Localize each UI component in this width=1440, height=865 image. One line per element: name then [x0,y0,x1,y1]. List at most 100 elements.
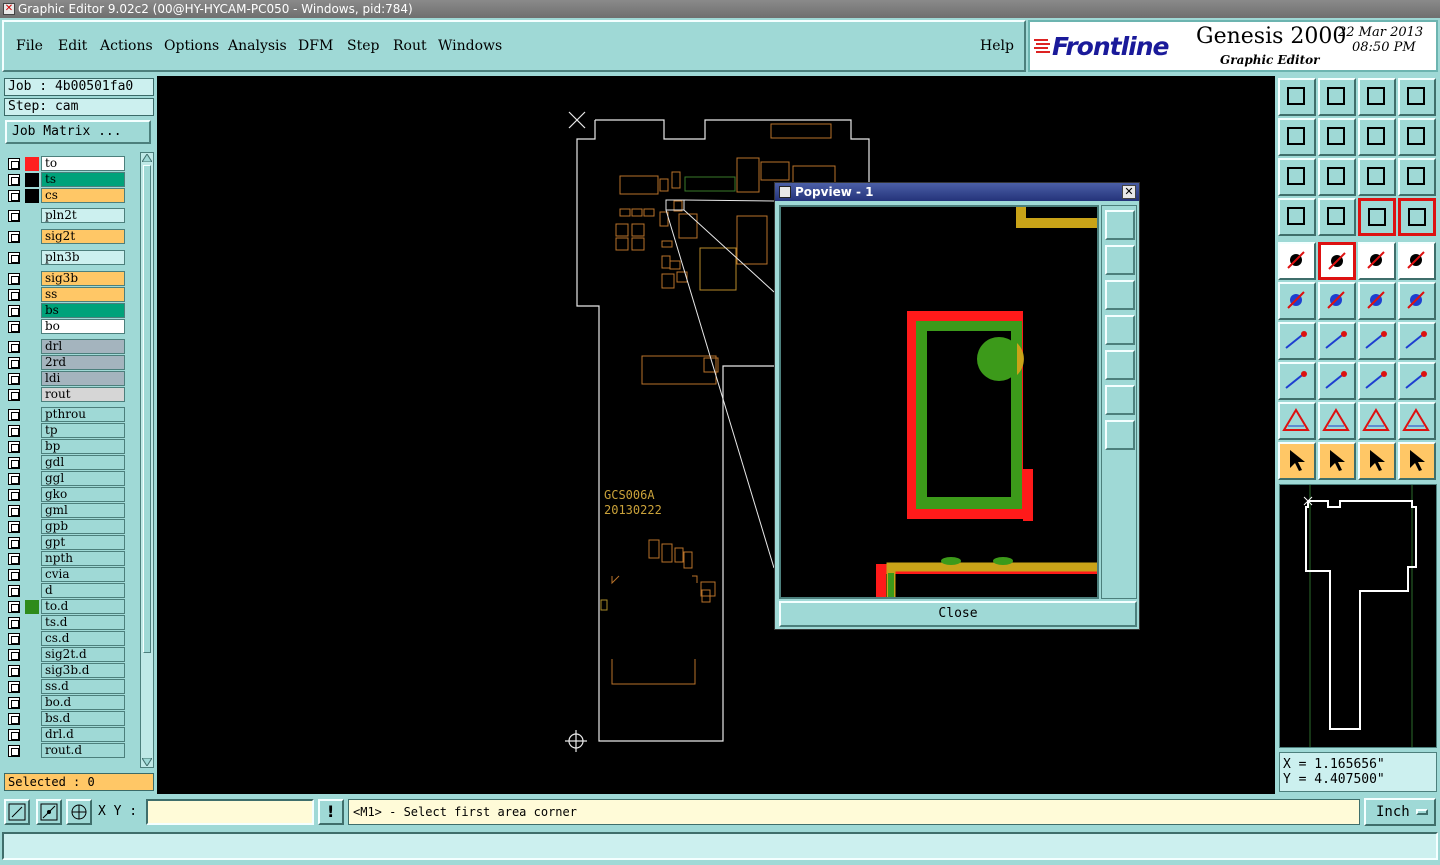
layer-name[interactable]: cs [41,188,125,203]
layer-checkbox[interactable] [8,252,20,264]
layer-name[interactable]: to.d [41,599,125,614]
layer-row[interactable]: 2rd [4,355,128,370]
home-icon[interactable] [1358,78,1396,116]
layer-checkbox[interactable] [8,489,20,501]
layer-name[interactable]: bs [41,303,125,318]
layer-row[interactable]: cvia [4,567,128,582]
layer-name[interactable]: bp [41,439,125,454]
layer-row[interactable]: bo [4,319,128,334]
layer-row[interactable]: ss [4,287,128,302]
layer-row[interactable]: ggl [4,471,128,486]
layer-color-swatch[interactable] [25,173,39,187]
layer-row[interactable]: ldi [4,371,128,386]
layer-row[interactable]: bs [4,303,128,318]
flip-icon[interactable] [1398,322,1436,360]
layer-row[interactable]: ts.d [4,615,128,630]
scroll-up-arrow-icon[interactable] [142,154,152,162]
layer-name[interactable]: pthrou [41,407,125,422]
redo-icon[interactable] [1398,118,1436,156]
job-matrix-button[interactable]: Job Matrix ... [5,120,151,144]
layer-checkbox[interactable] [8,713,20,725]
menu-rout[interactable]: Rout [393,38,427,54]
layer-name[interactable]: sig2t.d [41,647,125,662]
layer-row[interactable]: pln3b [4,250,128,265]
layer-row[interactable]: cs [4,188,128,203]
layer-name[interactable]: gko [41,487,125,502]
layer-name[interactable]: sig2t [41,229,125,244]
popview-canvas[interactable] [779,205,1099,599]
layer-checkbox[interactable] [8,745,20,757]
layer-checkbox[interactable] [8,321,20,333]
layer-name[interactable]: tp [41,423,125,438]
pad-icon[interactable] [1278,362,1316,400]
popview-zoom-in-icon[interactable] [1105,385,1135,415]
popview-pan-left-icon[interactable] [1105,315,1135,345]
layer-checkbox[interactable] [8,665,20,677]
undo-icon[interactable] [1358,118,1396,156]
layer-row[interactable]: tp [4,423,128,438]
resize-icon[interactable] [1358,362,1396,400]
open-job-icon[interactable] [1278,78,1316,116]
layer-name[interactable]: pln3b [41,250,125,265]
overview-minimap[interactable] [1279,484,1437,748]
save-job-icon[interactable] [1318,78,1356,116]
popview-zoom-out-icon[interactable] [1105,420,1135,450]
layer-name[interactable]: cs.d [41,631,125,646]
layer-checkbox[interactable] [8,174,20,186]
layer-checkbox[interactable] [8,373,20,385]
shape-icon[interactable] [1398,362,1436,400]
layer-checkbox[interactable] [8,441,20,453]
pointer-frame-icon[interactable] [1318,442,1356,480]
units-select[interactable]: Inch [1364,798,1436,826]
layer-row[interactable]: sig3b [4,271,128,286]
layer-row[interactable]: gdl [4,455,128,470]
layer-row[interactable]: sig2t.d [4,647,128,662]
layer-name[interactable]: ss.d [41,679,125,694]
layer-checkbox[interactable] [8,357,20,369]
layer-row[interactable]: sig3b.d [4,663,128,678]
layer-name[interactable]: gpb [41,519,125,534]
layer-name[interactable]: ts.d [41,615,125,630]
layer-color-swatch[interactable] [25,600,39,614]
layer-checkbox[interactable] [8,569,20,581]
layer-row[interactable]: ts [4,172,128,187]
help-icon[interactable] [1398,158,1436,196]
layer-checkbox[interactable] [8,210,20,222]
layer-checkbox[interactable] [8,681,20,693]
layer-checkbox[interactable] [8,473,20,485]
node-edit-icon[interactable] [1278,282,1316,320]
zoom-fit-button[interactable] [4,799,30,825]
grid-button[interactable] [66,799,92,825]
layer-scrollbar[interactable] [140,152,154,768]
menu-help[interactable]: Help [980,38,1014,54]
move-icon[interactable] [1358,282,1396,320]
layer-row[interactable]: d [4,583,128,598]
layer-name[interactable]: rout [41,387,125,402]
xy-input[interactable] [146,799,314,825]
layer-checkbox[interactable] [8,409,20,421]
layer-row[interactable]: sig2t [4,229,128,244]
scroll-down-arrow-icon[interactable] [142,758,152,766]
popview-pan-down-icon[interactable] [1105,280,1135,310]
menu-options[interactable]: Options [164,38,219,54]
layer-name[interactable]: gdl [41,455,125,470]
layer-name[interactable]: drl.d [41,727,125,742]
line-icon[interactable] [1318,322,1356,360]
layer-name[interactable]: ggl [41,471,125,486]
layer-checkbox[interactable] [8,521,20,533]
layer-name[interactable]: ts [41,172,125,187]
contour-icon[interactable] [1358,402,1396,440]
menu-step[interactable]: Step [347,38,379,54]
layer-color-swatch[interactable] [25,157,39,171]
layer-name[interactable]: npth [41,551,125,566]
triangle-icon[interactable] [1278,402,1316,440]
menu-analysis[interactable]: Analysis [228,38,287,54]
layer-row[interactable]: to [4,156,128,171]
popview-close-button[interactable]: Close [779,601,1137,627]
layer-row[interactable]: bo.d [4,695,128,710]
ruler-icon[interactable] [1358,242,1396,280]
layer-name[interactable]: drl [41,339,125,354]
layer-name[interactable]: ss [41,287,125,302]
layer-checkbox[interactable] [8,158,20,170]
window-icon[interactable] [1398,78,1436,116]
